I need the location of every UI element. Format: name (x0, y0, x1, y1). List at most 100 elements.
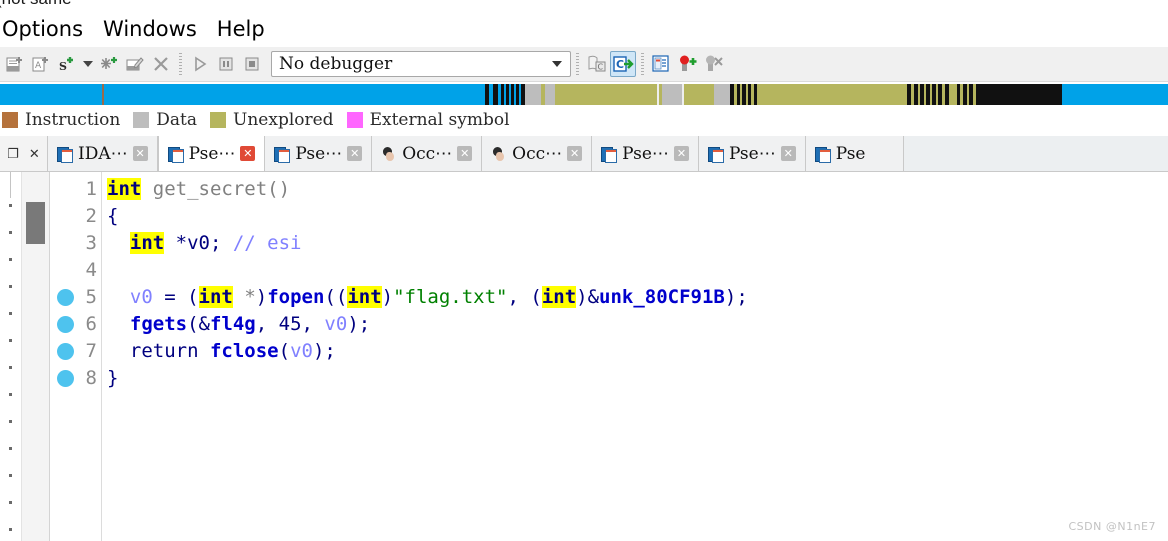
code-token: fgets (129, 313, 188, 335)
tab-1[interactable]: Pse⋯ ✕ (157, 136, 266, 171)
decompile-active-button[interactable]: C (610, 51, 636, 77)
tab-0[interactable]: IDA⋯ ✕ (48, 136, 158, 171)
tab-3[interactable]: Occ⋯ ✕ (372, 136, 483, 171)
tab-label: IDA⋯ (78, 143, 128, 164)
editor-body: 12345678 int get_secret(){ int *v0; // e… (0, 172, 1168, 541)
tab-close-icon[interactable]: ✕ (240, 146, 256, 161)
tab-close-icon[interactable]: ✕ (780, 146, 796, 161)
navigator-legend: Instruction Data Unexplored External symbol (0, 106, 1168, 134)
code-line[interactable]: v0 = (int *)fopen((int)"flag.txt", (int)… (107, 284, 748, 311)
new-data-button[interactable] (2, 51, 28, 77)
breakpoint-dot[interactable] (57, 370, 74, 387)
debugger-select[interactable]: No debugger (271, 51, 571, 77)
document-icon (814, 146, 831, 163)
menu-item-windows[interactable]: Windows (93, 11, 207, 47)
tab-6[interactable]: Pse⋯ ✕ (698, 136, 806, 171)
code-line[interactable]: fgets(&fl4g, 45, v0); (107, 311, 370, 338)
new-struct-button[interactable]: S (54, 51, 80, 77)
stop-button[interactable] (239, 51, 265, 77)
debugger-select-value: No debugger (279, 54, 393, 74)
legend-swatch (2, 112, 18, 128)
svg-text:C: C (616, 58, 624, 71)
edit-button[interactable] (122, 51, 148, 77)
code-line[interactable]: int get_secret() (107, 176, 290, 203)
ruler-mark (9, 312, 12, 315)
tab-close-icon[interactable]: ✕ (673, 146, 689, 161)
tab-7[interactable]: Pse (805, 136, 904, 171)
ruler-mark (9, 285, 12, 288)
tab-label: Occ⋯ (402, 143, 453, 164)
menu-item-options[interactable]: Options (0, 11, 93, 47)
delete-breakpoint-button[interactable] (701, 51, 727, 77)
tab-2[interactable]: Pse⋯ ✕ (265, 136, 373, 171)
tab-close-icon[interactable]: ✕ (457, 146, 473, 161)
restore-window-icon[interactable]: ❐ (7, 147, 19, 160)
code-token: ); (347, 313, 371, 335)
close-window-icon[interactable]: ✕ (29, 147, 40, 160)
tab-5[interactable]: Pse⋯ ✕ (592, 136, 699, 171)
add-breakpoint-icon (680, 55, 697, 71)
code-token: // esi (232, 232, 302, 254)
code-token: ); (724, 286, 748, 308)
ida-pro-window: (not same OptionsWindowsHelp A S (0, 0, 1168, 541)
legend-label: Instruction (25, 110, 121, 130)
legend-swatch (346, 112, 363, 128)
new-ascii-button[interactable]: A (28, 51, 54, 77)
breakpoint-dot[interactable] (57, 343, 74, 360)
breakpoint-dot[interactable] (57, 289, 74, 306)
tab-strip: ❐ ✕ IDA⋯ ✕ Pse⋯ ✕ Pse⋯ ✕ Occ⋯ ✕ Occ⋯ ✕ Pse⋯ ✕ Pse⋯ ✕ P… (0, 136, 1168, 172)
code-token: )& (576, 286, 600, 308)
navigator-segment (976, 84, 1062, 105)
pseudocode-pane[interactable]: int get_secret(){ int *v0; // esi v0 = (… (102, 172, 1168, 541)
delete-button[interactable] (148, 51, 174, 77)
breakpoint-list-button[interactable] (649, 51, 675, 77)
decompile-icon: C (588, 55, 606, 72)
tab-close-icon[interactable]: ✕ (567, 146, 583, 161)
line-gutter[interactable]: 1 2 3 4 5 6 7 8 (50, 172, 102, 541)
tab-close-icon[interactable]: ✕ (347, 146, 363, 161)
new-ascii-icon: A (32, 57, 48, 72)
breakpoint-dot[interactable] (57, 316, 74, 333)
code-line[interactable]: } (107, 365, 118, 392)
toolbar-dropdown-button[interactable] (80, 51, 96, 77)
highlighted-keyword: int (541, 286, 577, 308)
add-breakpoint-button[interactable] (675, 51, 701, 77)
navigator-segment (714, 84, 730, 105)
code-token: get_secret() (141, 178, 291, 200)
code-line[interactable]: int *v0; // esi (107, 230, 302, 257)
legend-swatch (210, 112, 227, 128)
scrollbar-thumb[interactable] (26, 202, 45, 244)
bookmark-ruler[interactable] (0, 172, 22, 541)
chevron-down-icon (552, 61, 562, 67)
unlink-button[interactable] (96, 51, 122, 77)
run-button[interactable] (187, 51, 213, 77)
legend-swatch (133, 112, 150, 128)
ruler-mark (9, 501, 12, 504)
document-icon (57, 146, 73, 163)
decompile-active-icon: C (613, 56, 634, 72)
new-data-icon (6, 57, 22, 72)
legend-item: Data (133, 110, 197, 130)
pause-button[interactable] (213, 51, 239, 77)
decompile-button[interactable]: C (584, 51, 610, 77)
menu-item-help[interactable]: Help (207, 11, 275, 47)
code-token: , ( (507, 286, 542, 308)
navigator-band[interactable] (0, 84, 1168, 105)
line-number: 8 (85, 367, 97, 389)
code-token: (& (187, 313, 210, 335)
toolbar-separator-3 (641, 53, 644, 75)
line-number: 5 (85, 286, 97, 308)
tab-list: IDA⋯ ✕ Pse⋯ ✕ Pse⋯ ✕ Occ⋯ ✕ Occ⋯ ✕ Pse⋯ ✕ Pse⋯ ✕ Pse (48, 136, 904, 171)
tab-4[interactable]: Occ⋯ ✕ (482, 136, 593, 171)
ruler-mark (9, 474, 12, 477)
vertical-scrollbar[interactable] (22, 172, 50, 541)
code-token: *v0; (164, 232, 233, 254)
tab-label: Pse⋯ (622, 143, 669, 164)
tab-close-icon[interactable]: ✕ (132, 146, 148, 161)
code-line[interactable]: return fclose(v0); (107, 338, 336, 365)
occurrence-icon (491, 146, 507, 162)
code-token: 45 (278, 313, 302, 335)
toolbar: A S No debugger C C (0, 47, 1168, 82)
code-line[interactable]: { (107, 203, 118, 230)
